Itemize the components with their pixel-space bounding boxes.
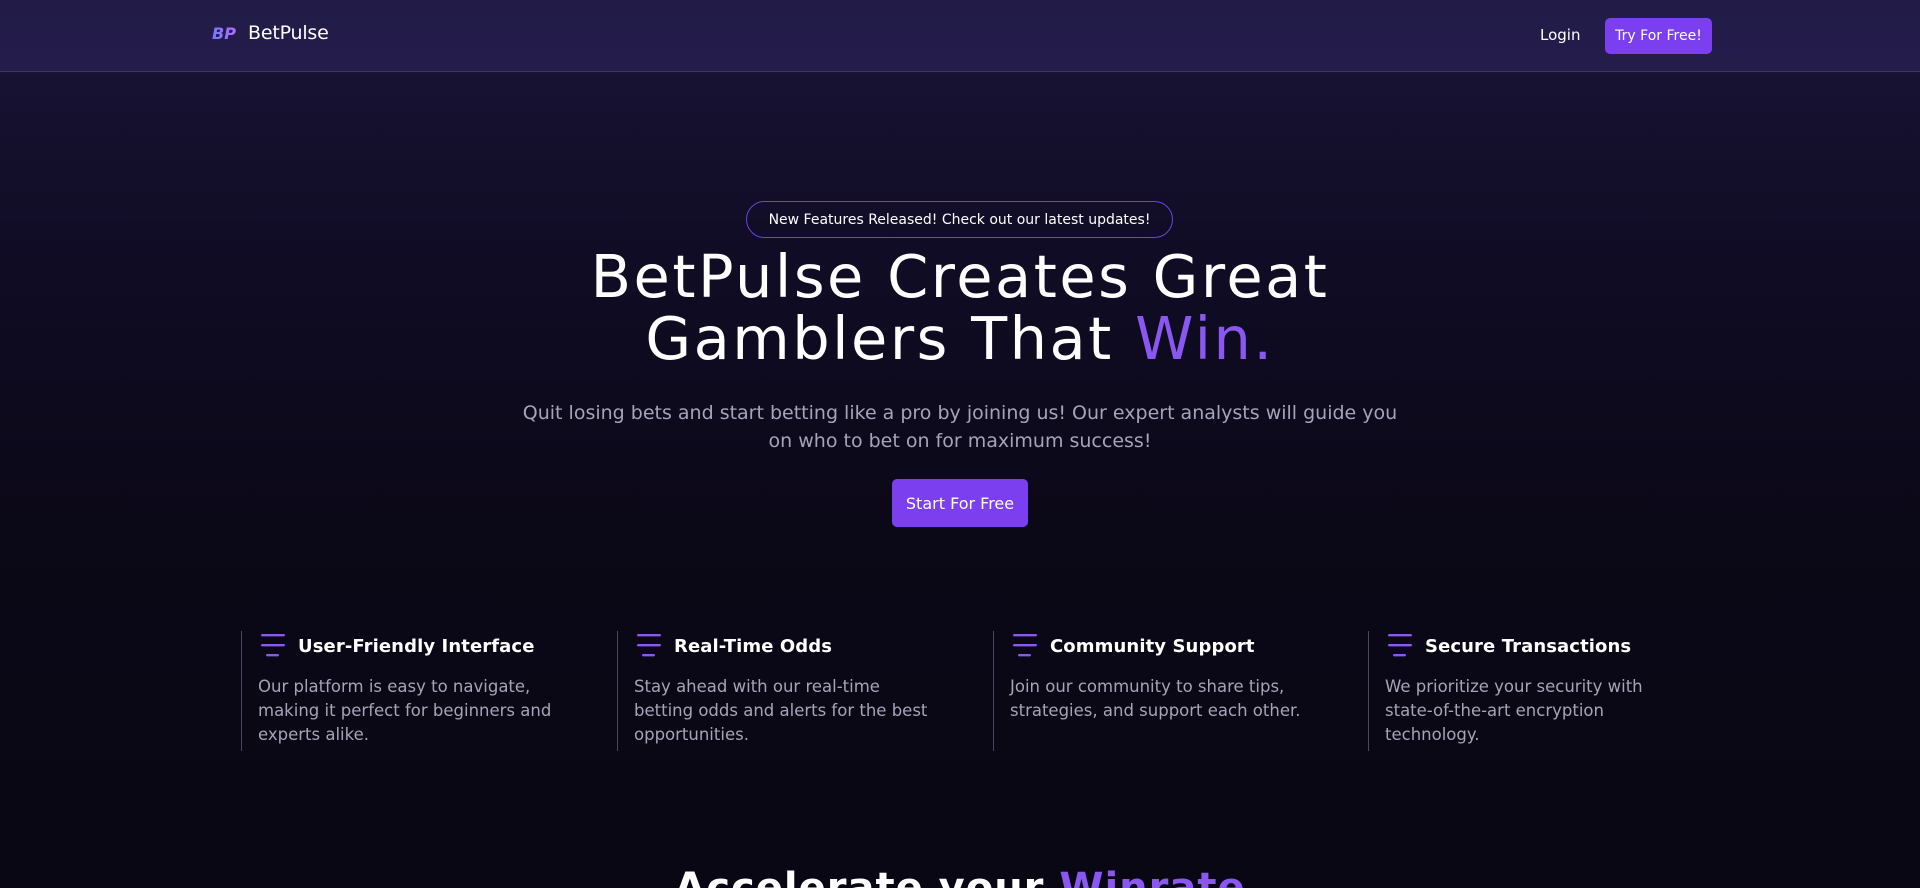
try-for-free-button[interactable]: Try For Free! — [1605, 18, 1712, 54]
feature-title: Real-Time Odds — [674, 635, 833, 657]
feature-card-secure-transactions: Secure Transactions We prioritize your s… — [1368, 631, 1668, 751]
landing-page: BP BetPulse Login Try For Free! New Feat… — [0, 0, 1920, 888]
start-for-free-button[interactable]: Start For Free — [892, 479, 1028, 527]
next-section-title-accent: Winrate — [1059, 865, 1246, 888]
login-link[interactable]: Login — [1540, 26, 1580, 44]
feature-card-real-time-odds: Real-Time Odds Stay ahead with our real-… — [617, 631, 927, 751]
feature-title: User-Friendly Interface — [298, 635, 535, 657]
hero-title-line2: Gamblers That — [645, 304, 1136, 373]
hero-subtitle: Quit losing bets and start betting like … — [522, 402, 1398, 452]
feature-card-user-friendly: User-Friendly Interface Our platform is … — [241, 631, 551, 751]
menu-lines-icon — [637, 634, 661, 657]
brand-name: BetPulse — [248, 22, 329, 44]
feature-description: Join our community to share tips, strate… — [1010, 677, 1301, 720]
menu-lines-icon — [1013, 634, 1037, 657]
feature-title: Secure Transactions — [1425, 635, 1632, 657]
next-section-title-prefix: Accelerate your — [674, 865, 1060, 888]
hero-title-line1: BetPulse Creates Great — [590, 242, 1330, 311]
feature-description: We prioritize your security with state-o… — [1385, 677, 1643, 744]
menu-lines-icon — [261, 634, 285, 657]
announcement-badge[interactable]: New Features Released! Check out our lat… — [746, 201, 1173, 238]
feature-description: Our platform is easy to navigate, making… — [258, 677, 552, 744]
brand-logo-mark-text: BP — [212, 24, 236, 42]
hero-title: BetPulse Creates Great Gamblers That Win… — [460, 246, 1460, 370]
feature-description: Stay ahead with our real-time betting od… — [634, 677, 928, 744]
menu-lines-icon — [1388, 634, 1412, 657]
next-section-title: Accelerate your Winrate — [460, 864, 1460, 888]
top-navbar: BP BetPulse Login Try For Free! — [0, 0, 1920, 72]
brand-logo-link[interactable]: BP BetPulse — [212, 22, 329, 44]
hero-title-accent: Win. — [1135, 304, 1275, 373]
feature-card-community-support: Community Support Join our community to … — [993, 631, 1300, 751]
feature-title: Community Support — [1050, 635, 1255, 657]
brand-logo-icon: BP — [212, 24, 242, 42]
